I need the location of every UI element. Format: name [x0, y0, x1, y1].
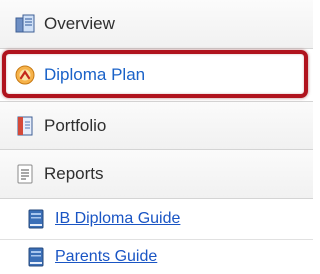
nav-item-reports-label: Reports	[44, 164, 104, 183]
sidebar-nav: Overview Diploma Plan Portfolio Reports …	[0, 0, 313, 274]
sub-link-parents-guide-label: Parents Guide	[55, 248, 158, 265]
nav-item-portfolio-label: Portfolio	[44, 115, 107, 135]
nav-item-portfolio[interactable]: Portfolio	[0, 102, 313, 150]
nav-item-reports[interactable]: Reports	[0, 150, 313, 199]
book-icon	[28, 209, 44, 229]
portfolio-icon	[14, 115, 36, 137]
sub-link-parents-guide[interactable]: Parents Guide	[0, 240, 313, 274]
sub-link-ib-diploma-guide-label: IB Diploma Guide	[55, 210, 181, 227]
book-icon	[28, 247, 44, 267]
reports-icon	[14, 163, 36, 185]
nav-item-diploma-plan[interactable]: Diploma Plan	[0, 49, 313, 102]
nav-item-overview[interactable]: Overview	[0, 0, 313, 49]
diploma-plan-icon	[14, 64, 36, 86]
overview-icon	[14, 13, 36, 35]
sub-link-ib-diploma-guide[interactable]: IB Diploma Guide	[0, 199, 313, 240]
nav-item-diploma-plan-label: Diploma Plan	[44, 65, 146, 84]
nav-item-overview-label: Overview	[44, 14, 115, 33]
